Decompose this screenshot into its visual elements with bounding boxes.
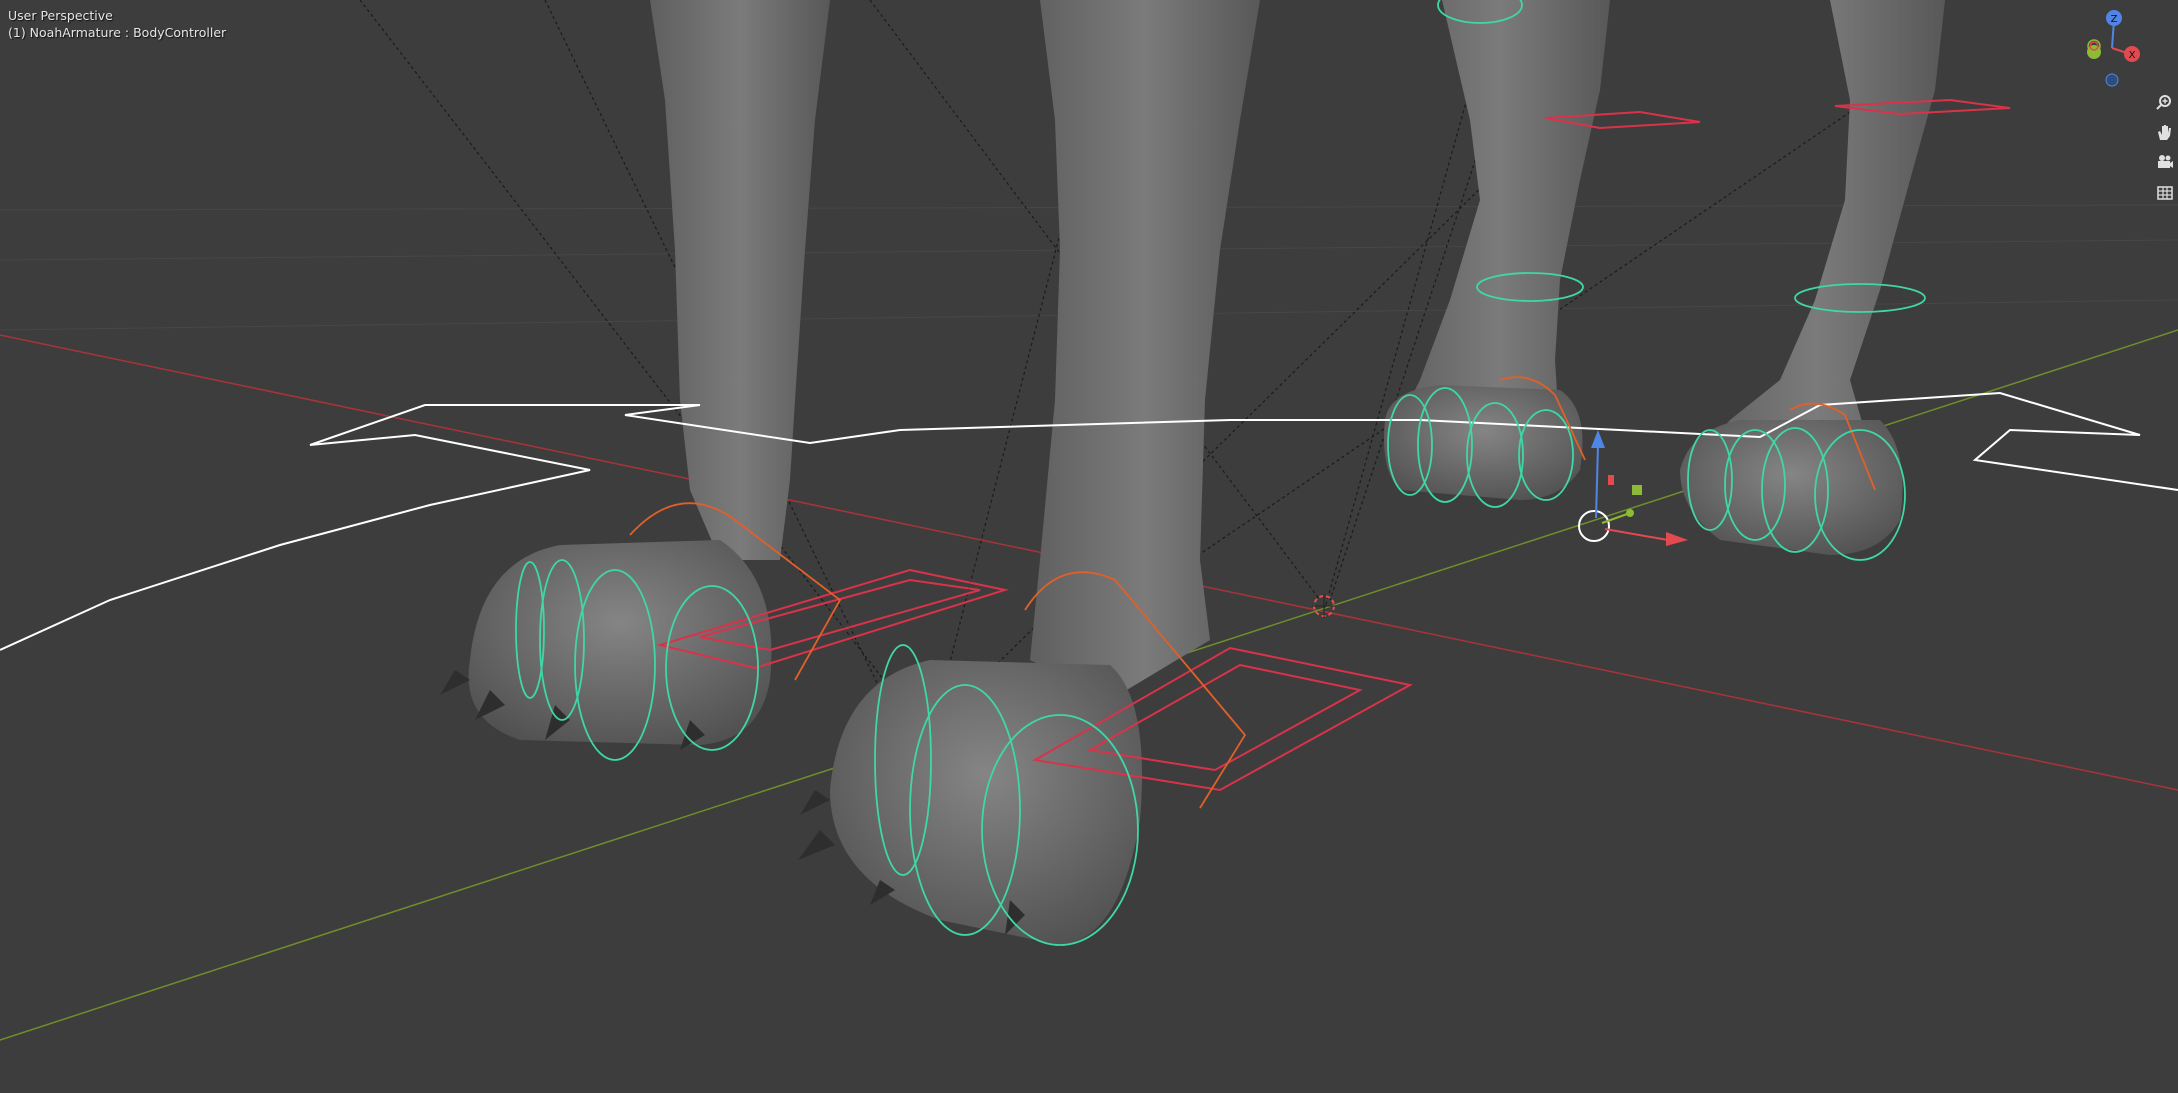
active-object-label: (1) NoahArmature : BodyController — [8, 25, 227, 40]
neg-z-axis-ball — [2105, 73, 2119, 87]
zoom-tool[interactable] — [2154, 90, 2176, 114]
camera-view-tool[interactable] — [2154, 150, 2176, 174]
camera-view-icon — [2158, 155, 2173, 168]
navigation-gizmo[interactable]: Z X — [2068, 6, 2156, 96]
x-axis-label: X — [2129, 50, 2136, 61]
viewport-mode-label: User Perspective — [8, 8, 113, 23]
scene-canvas[interactable] — [0, 0, 2178, 1093]
grid-ortho-toggle-icon — [2157, 186, 2173, 200]
hand-pan-icon — [2158, 125, 2171, 140]
back-left-paw-mesh — [1384, 385, 1583, 500]
pan-tool[interactable] — [2154, 120, 2176, 144]
ortho-grid-tool[interactable] — [2154, 181, 2176, 205]
3d-viewport[interactable]: User Perspective (1) NoahArmature : Body… — [0, 0, 2178, 1093]
z-axis-label: Z — [2111, 14, 2118, 25]
magnifier-zoom-icon — [2156, 95, 2171, 110]
